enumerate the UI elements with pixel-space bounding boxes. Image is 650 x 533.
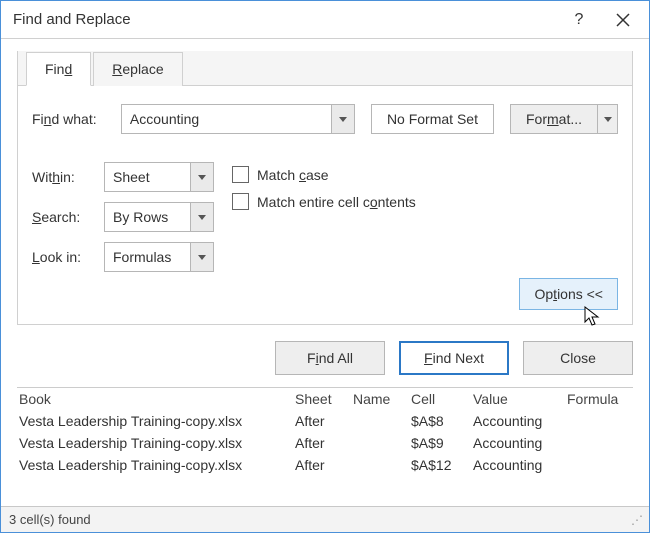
status-text: 3 cell(s) found: [9, 512, 91, 527]
search-combo[interactable]: By Rows: [104, 202, 214, 232]
tab-find[interactable]: Find: [26, 52, 91, 86]
results-body: Vesta Leadership Training-copy.xlsxAfter…: [17, 410, 633, 476]
chevron-down-icon: [604, 117, 612, 122]
resize-grip-icon[interactable]: ⋰: [631, 513, 641, 527]
within-dropdown[interactable]: [190, 162, 214, 192]
cell-book: Vesta Leadership Training-copy.xlsx: [17, 435, 295, 451]
options-col-checks: Match case Match entire cell contents: [232, 162, 416, 272]
cell-ref: $A$8: [411, 413, 473, 429]
chevron-down-icon: [198, 255, 206, 260]
cell-ref: $A$9: [411, 435, 473, 451]
cell-name: [353, 435, 411, 451]
format-button[interactable]: Format...: [510, 104, 618, 134]
dialog-body: Find Replace Find what: Accounting No Fo…: [1, 39, 649, 506]
status-bar: 3 cell(s) found ⋰: [1, 506, 649, 532]
cell-name: [353, 413, 411, 429]
cell-formula: [567, 413, 633, 429]
cell-value: Accounting: [473, 413, 567, 429]
search-row: Search: By Rows: [32, 202, 214, 232]
options-button-row: Options <<: [32, 278, 618, 310]
match-entire-label: Match entire cell contents: [257, 194, 416, 210]
options-button[interactable]: Options <<: [519, 278, 618, 310]
match-entire-checkbox[interactable]: [232, 193, 249, 210]
search-value: By Rows: [104, 202, 190, 232]
lookin-row: Look in: Formulas: [32, 242, 214, 272]
chevron-down-icon: [198, 215, 206, 220]
table-row[interactable]: Vesta Leadership Training-copy.xlsxAfter…: [17, 410, 633, 432]
action-buttons: Find All Find Next Close: [17, 341, 633, 375]
find-all-button[interactable]: Find All: [275, 341, 385, 375]
chevron-down-icon: [339, 117, 347, 122]
cell-sheet: After: [295, 435, 353, 451]
cell-name: [353, 457, 411, 473]
lookin-value: Formulas: [104, 242, 190, 272]
col-cell[interactable]: Cell: [411, 391, 473, 407]
lookin-label: Look in:: [32, 249, 104, 265]
chevron-down-icon: [198, 175, 206, 180]
col-book[interactable]: Book: [17, 391, 295, 407]
find-replace-dialog: Find and Replace ? Find Replace Find wha…: [0, 0, 650, 533]
lookin-combo[interactable]: Formulas: [104, 242, 214, 272]
col-sheet[interactable]: Sheet: [295, 391, 353, 407]
lookin-dropdown[interactable]: [190, 242, 214, 272]
titlebar: Find and Replace ?: [1, 1, 649, 39]
cell-sheet: After: [295, 457, 353, 473]
find-next-button[interactable]: Find Next: [399, 341, 509, 375]
tab-content: Find what: Accounting No Format Set Form…: [18, 86, 632, 324]
match-case-checkbox[interactable]: [232, 166, 249, 183]
tab-strip: Find Replace: [18, 51, 632, 86]
match-case-label: Match case: [257, 167, 329, 183]
close-button[interactable]: Close: [523, 341, 633, 375]
cell-book: Vesta Leadership Training-copy.xlsx: [17, 457, 295, 473]
format-button-label: Format...: [510, 104, 598, 134]
cell-value: Accounting: [473, 435, 567, 451]
cell-ref: $A$12: [411, 457, 473, 473]
find-what-input[interactable]: Accounting: [121, 104, 331, 134]
find-what-label: Find what:: [32, 111, 121, 127]
cursor-icon: [584, 306, 602, 328]
within-combo[interactable]: Sheet: [104, 162, 214, 192]
tab-panel: Find Replace Find what: Accounting No Fo…: [17, 51, 633, 325]
options-col-dropdowns: Within: Sheet Search: By Rows: [32, 162, 214, 272]
cell-value: Accounting: [473, 457, 567, 473]
format-preview: No Format Set: [371, 104, 494, 134]
options-grid: Within: Sheet Search: By Rows: [32, 162, 618, 272]
col-value[interactable]: Value: [473, 391, 567, 407]
help-button[interactable]: ?: [557, 4, 601, 36]
find-what-combo[interactable]: Accounting: [121, 104, 355, 134]
find-what-dropdown[interactable]: [331, 104, 355, 134]
dialog-title: Find and Replace: [13, 11, 557, 28]
within-label: Within:: [32, 169, 104, 185]
cell-book: Vesta Leadership Training-copy.xlsx: [17, 413, 295, 429]
tab-replace[interactable]: Replace: [93, 52, 182, 86]
col-formula[interactable]: Formula: [567, 391, 633, 407]
find-what-row: Find what: Accounting No Format Set Form…: [32, 104, 618, 134]
cell-formula: [567, 457, 633, 473]
cell-formula: [567, 435, 633, 451]
search-dropdown[interactable]: [190, 202, 214, 232]
match-case-row[interactable]: Match case: [232, 166, 416, 183]
search-label: Search:: [32, 209, 104, 225]
format-button-dropdown[interactable]: [598, 104, 618, 134]
results-header: Book Sheet Name Cell Value Formula: [17, 388, 633, 410]
col-name[interactable]: Name: [353, 391, 411, 407]
match-entire-row[interactable]: Match entire cell contents: [232, 193, 416, 210]
cell-sheet: After: [295, 413, 353, 429]
within-row: Within: Sheet: [32, 162, 214, 192]
table-row[interactable]: Vesta Leadership Training-copy.xlsxAfter…: [17, 432, 633, 454]
within-value: Sheet: [104, 162, 190, 192]
close-icon[interactable]: [601, 4, 645, 36]
results-table: Book Sheet Name Cell Value Formula Vesta…: [17, 387, 633, 476]
table-row[interactable]: Vesta Leadership Training-copy.xlsxAfter…: [17, 454, 633, 476]
